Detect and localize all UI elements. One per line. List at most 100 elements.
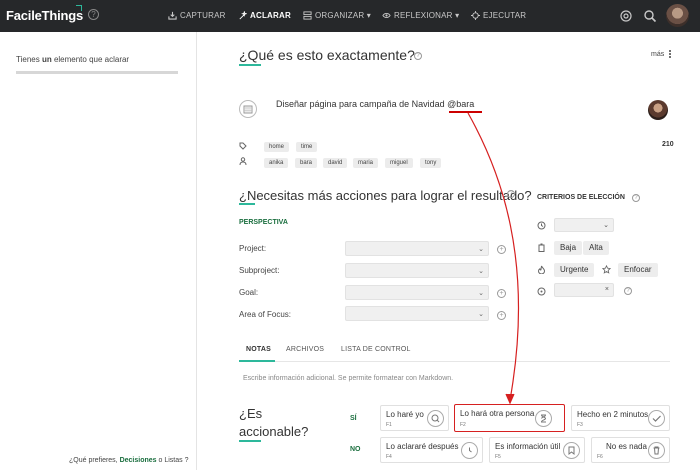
subproject-label: Subproject: xyxy=(239,266,280,275)
chevron-down-icon: ⌄ xyxy=(603,222,609,229)
actions-heading: ¿Necesitas más acciones para lograr el r… xyxy=(239,188,532,203)
chevron-down-icon: ⌄ xyxy=(478,311,484,318)
search-icon xyxy=(427,410,444,427)
top-bar: FacileThings ? CAPTURAR ACLARAR ORGANIZA… xyxy=(0,0,700,32)
decisiones-link[interactable]: Decisiones xyxy=(120,457,157,464)
calendar-icon[interactable] xyxy=(239,100,257,118)
perspective-label: PERSPECTIVA xyxy=(239,219,288,226)
help-icon[interactable]: ? xyxy=(507,190,515,198)
card-title: Lo aclararé después xyxy=(386,442,459,451)
help-icon[interactable]: ? xyxy=(624,287,632,295)
clear-icon[interactable]: × xyxy=(605,286,609,293)
chevron-down-icon: ⌄ xyxy=(478,290,484,297)
tab-divider xyxy=(239,361,670,362)
nav-organizar[interactable]: ORGANIZAR ▾ xyxy=(303,11,371,20)
card-title: No es nada xyxy=(606,442,647,451)
title-underline xyxy=(239,64,261,66)
view-switcher: ¿Qué prefieres, Decisiones o Listas ? xyxy=(69,457,189,464)
context-tag[interactable]: time xyxy=(296,142,318,152)
help-icon[interactable]: ? xyxy=(414,52,422,60)
search-icon[interactable] xyxy=(643,9,657,23)
add-area-button[interactable]: + xyxy=(497,311,506,320)
fire-icon xyxy=(537,265,546,274)
task-title[interactable]: Diseñar página para campaña de Navidad @… xyxy=(276,99,474,109)
card-shortcut: F2 xyxy=(460,422,466,428)
actionable-heading-line2: accionable? xyxy=(239,424,309,439)
heading-underline xyxy=(239,203,255,205)
nothing-button[interactable]: No es nada F6 xyxy=(591,437,670,463)
delegate-button[interactable]: Lo hará otra persona F2 xyxy=(454,404,565,432)
star-icon xyxy=(602,265,611,274)
useful-info-button[interactable]: Es información útil F5 xyxy=(489,437,585,463)
nav-reflexionar[interactable]: REFLEXIONAR ▾ xyxy=(382,11,459,20)
energy-low-button[interactable]: Baja xyxy=(554,241,583,255)
do-it-myself-button[interactable]: Lo haré yo F1 xyxy=(380,405,449,431)
target-icon xyxy=(471,11,480,20)
assignee-avatar[interactable] xyxy=(648,100,668,120)
area-label: Area of Focus: xyxy=(239,310,292,319)
area-select[interactable]: ⌄ xyxy=(345,306,489,321)
heading-underline xyxy=(239,440,261,442)
bookmark-icon xyxy=(563,442,580,459)
clock-icon xyxy=(461,442,478,459)
trash-icon xyxy=(648,442,665,459)
priority-urgent-button[interactable]: Urgente xyxy=(554,263,595,277)
tab-archivos[interactable]: ARCHIVOS xyxy=(286,346,324,353)
goal-label: Goal: xyxy=(239,288,259,297)
card-shortcut: F1 xyxy=(386,422,392,428)
priority-focus-button[interactable]: Enfocar xyxy=(618,263,658,277)
more-menu[interactable]: más xyxy=(651,51,672,58)
notes-input[interactable]: Escribe información adicional. Se permit… xyxy=(243,375,453,382)
hourglass-icon xyxy=(535,410,552,427)
location-select[interactable]: × xyxy=(554,283,614,297)
item-count: 210 xyxy=(662,141,674,148)
person-icon xyxy=(239,157,247,165)
help-icon[interactable]: ? xyxy=(88,9,99,20)
nav-ejecutar[interactable]: EJECUTAR xyxy=(471,11,526,20)
card-title: Lo haré yo xyxy=(386,410,424,419)
kebab-icon xyxy=(669,53,672,55)
done-in-two-minutes-button[interactable]: Hecho en 2 minutos F3 xyxy=(571,405,670,431)
chevron-down-icon: ⌄ xyxy=(478,268,484,275)
tab-lista-de-control[interactable]: LISTA DE CONTROL xyxy=(341,346,411,353)
user-avatar[interactable] xyxy=(666,4,689,27)
goal-select[interactable]: ⌄ xyxy=(345,285,489,300)
check-icon xyxy=(648,410,665,427)
person-tag[interactable]: david xyxy=(323,158,348,168)
clarify-later-button[interactable]: Lo aclararé después F4 xyxy=(380,437,483,463)
subproject-select[interactable]: ⌄ xyxy=(345,263,489,278)
energy-high-button[interactable]: Alta xyxy=(583,241,609,255)
project-label: Project: xyxy=(239,244,267,253)
inbox-icon xyxy=(168,11,177,20)
person-tag[interactable]: bara xyxy=(295,158,318,168)
card-title: Lo hará otra persona xyxy=(460,409,535,418)
listas-link[interactable]: Listas xyxy=(164,457,182,464)
card-shortcut: F4 xyxy=(386,454,392,460)
card-title: Hecho en 2 minutos xyxy=(577,410,649,419)
tag-icon xyxy=(239,142,247,150)
nav-aclarar[interactable]: ACLARAR xyxy=(238,10,291,20)
app-logo[interactable]: FacileThings xyxy=(6,5,83,23)
yes-label: SÍ xyxy=(350,415,357,422)
person-tag[interactable]: anika xyxy=(264,158,289,168)
context-tag[interactable]: home xyxy=(264,142,290,152)
nav-capturar[interactable]: CAPTURAR xyxy=(168,11,226,20)
card-title: Es información útil xyxy=(495,442,561,451)
clock-icon xyxy=(537,221,546,230)
person-tag[interactable]: miguel xyxy=(385,158,413,168)
project-select[interactable]: ⌄ xyxy=(345,241,489,256)
person-tag[interactable]: maria xyxy=(353,158,379,168)
focus-icon[interactable] xyxy=(619,9,633,23)
add-project-button[interactable]: + xyxy=(497,245,506,254)
add-goal-button[interactable]: + xyxy=(497,289,506,298)
help-icon[interactable]: ? xyxy=(632,194,640,202)
target-icon xyxy=(537,287,546,296)
person-tag[interactable]: tony xyxy=(420,158,442,168)
tab-notas[interactable]: NOTAS xyxy=(246,346,271,353)
no-label: NO xyxy=(350,446,361,453)
progress-bar xyxy=(16,71,178,74)
time-select[interactable]: ⌄ xyxy=(554,218,614,232)
mention-underline xyxy=(449,111,482,113)
pending-message: Tienes un elemento que aclarar xyxy=(16,55,130,64)
magic-wand-icon xyxy=(239,10,248,20)
